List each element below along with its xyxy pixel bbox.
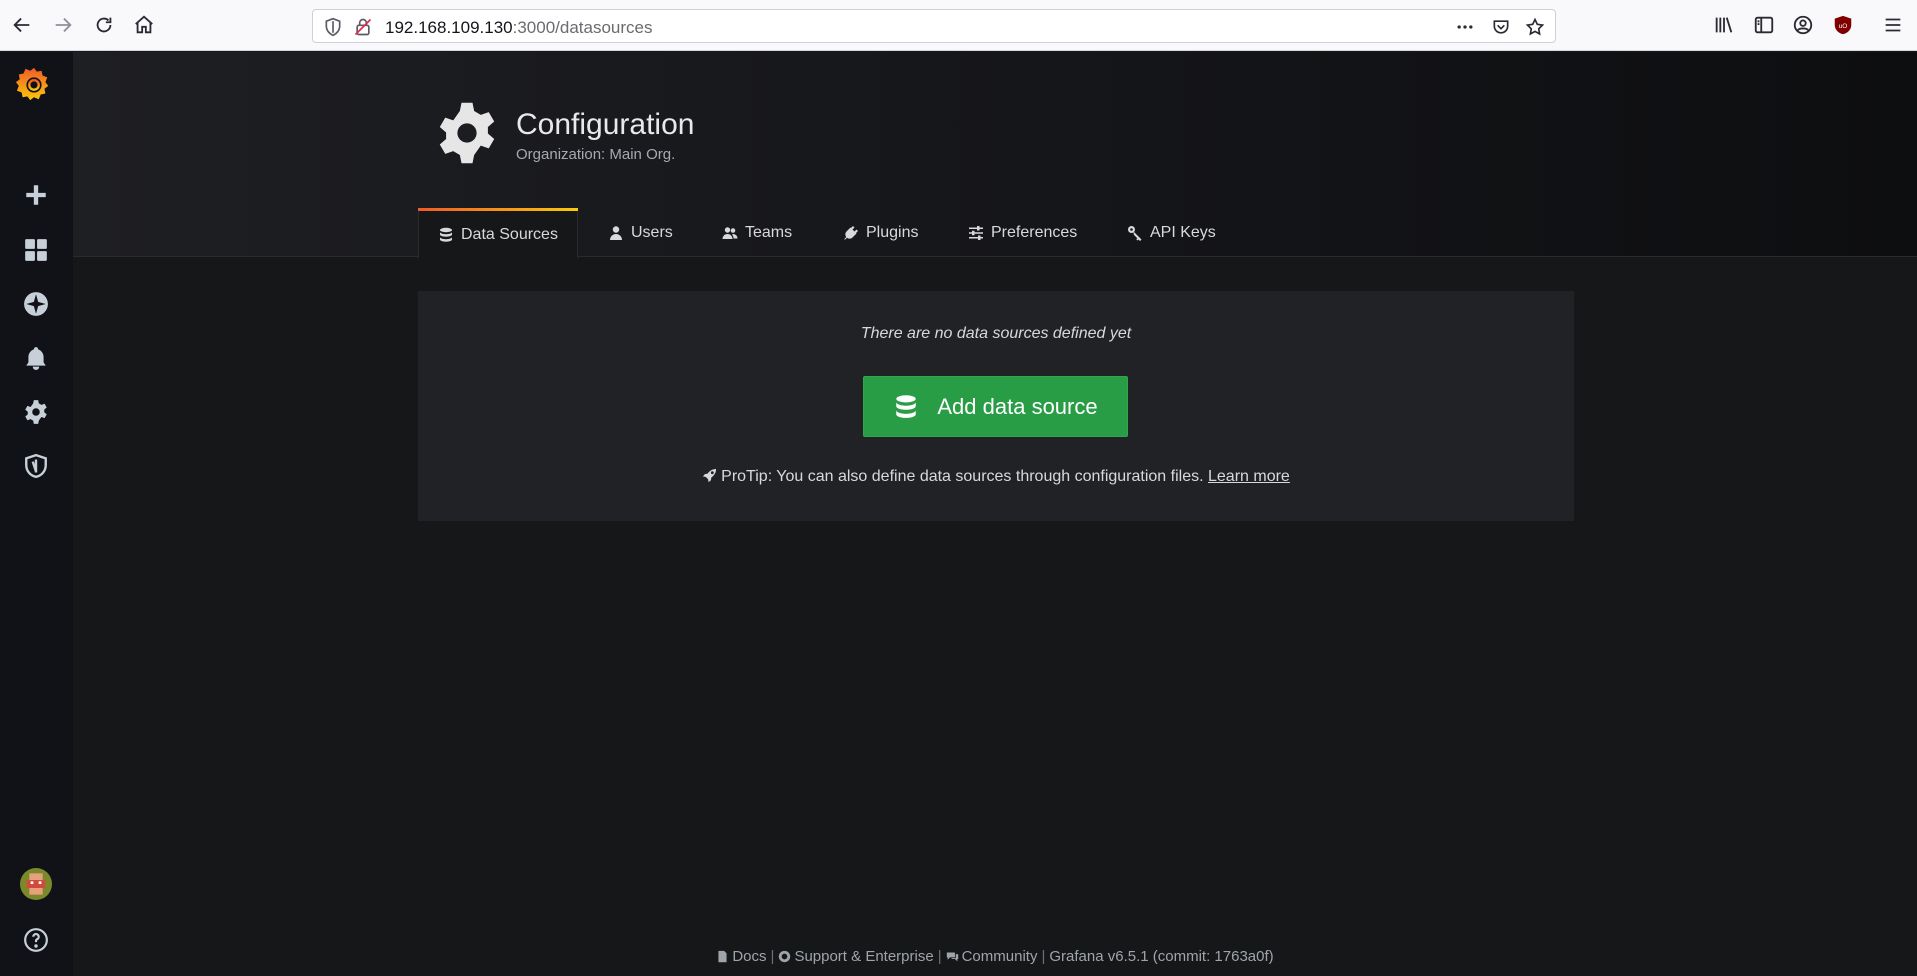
explore-compass-icon[interactable]	[18, 286, 54, 322]
tab-preferences[interactable]: Preferences	[968, 208, 1077, 258]
protip: ProTip: You can also define data sources…	[418, 468, 1574, 486]
tab-label: Teams	[745, 224, 793, 241]
url-text[interactable]: 192.168.109.130:3000/datasources	[385, 18, 653, 38]
user-icon	[610, 226, 622, 240]
reload-icon[interactable]	[90, 11, 118, 39]
version-info: Grafana v6.5.1 (commit: 1763a0f)	[1049, 948, 1274, 965]
server-admin-shield-icon[interactable]	[18, 448, 54, 484]
empty-list-panel: There are no data sources defined yet Ad…	[418, 291, 1574, 521]
pocket-icon[interactable]	[1491, 17, 1511, 37]
grafana-logo-icon[interactable]	[14, 64, 54, 104]
svg-text:uO: uO	[1839, 23, 1848, 30]
docs-link[interactable]: Docs	[716, 948, 767, 965]
shield-icon[interactable]	[323, 17, 343, 37]
rocket-icon	[703, 468, 717, 483]
add-data-source-label: Add data source	[937, 393, 1098, 419]
protip-text: ProTip: You can also define data sources…	[721, 468, 1204, 485]
database-icon	[896, 394, 917, 418]
add-data-source-button[interactable]: Add data source	[863, 376, 1128, 437]
avatar[interactable]	[18, 866, 54, 902]
dashboards-icon[interactable]	[18, 232, 54, 268]
tab-api-keys[interactable]: API Keys	[1127, 208, 1216, 258]
tab-users[interactable]: Users	[608, 208, 673, 258]
insecure-lock-icon[interactable]	[353, 17, 373, 37]
forward-icon[interactable]	[49, 11, 77, 39]
comments-icon	[946, 952, 958, 962]
side-menu	[0, 52, 73, 976]
key-icon	[1128, 226, 1142, 241]
more-icon[interactable]	[1455, 17, 1475, 37]
users-icon	[722, 227, 738, 239]
bookmark-star-icon[interactable]	[1525, 17, 1545, 37]
account-icon[interactable]	[1789, 11, 1817, 39]
page-subtitle: Organization: Main Org.	[516, 146, 676, 163]
menu-icon[interactable]	[1879, 11, 1907, 39]
ublock-icon[interactable]: uO	[1829, 11, 1857, 39]
browser-toolbar: 192.168.109.130:3000/datasources uO	[0, 0, 1917, 51]
database-icon	[440, 227, 452, 242]
empty-state-message: There are no data sources defined yet	[860, 325, 1132, 342]
plug-icon	[844, 226, 858, 240]
tab-label: Data Sources	[461, 225, 558, 243]
url-bar[interactable]: 192.168.109.130:3000/datasources	[312, 9, 1556, 43]
help-icon[interactable]	[18, 922, 54, 958]
configuration-gear-icon	[434, 100, 500, 166]
library-icon[interactable]	[1710, 11, 1738, 39]
support-label: Support & Enterprise	[794, 948, 934, 965]
support-link[interactable]: Support & Enterprise	[778, 948, 934, 965]
home-icon[interactable]	[130, 11, 158, 39]
tab-data-sources[interactable]: Data Sources	[418, 208, 578, 258]
page-title: Configuration	[516, 108, 695, 141]
tab-label: API Keys	[1150, 224, 1216, 241]
sidebar-icon[interactable]	[1750, 11, 1778, 39]
alerting-bell-icon[interactable]	[18, 340, 54, 376]
lifebuoy-icon	[779, 950, 791, 963]
tab-label: Users	[631, 224, 673, 241]
learn-more-link[interactable]: Learn more	[1208, 468, 1290, 485]
community-label: Community	[961, 948, 1038, 965]
tab-plugins[interactable]: Plugins	[843, 208, 918, 258]
sliders-icon	[969, 226, 983, 240]
create-plus-icon[interactable]	[18, 177, 54, 213]
tab-label: Preferences	[991, 224, 1078, 241]
footer: Docs | Support & Enterprise | Community | Graf…	[73, 948, 1917, 965]
docs-label: Docs	[732, 948, 767, 965]
community-link[interactable]: Community	[946, 948, 1038, 965]
configuration-gear-icon[interactable]	[18, 394, 54, 430]
file-icon	[718, 950, 727, 963]
back-icon[interactable]	[8, 11, 36, 39]
tab-label: Plugins	[866, 224, 919, 241]
tab-teams[interactable]: Teams	[722, 208, 792, 258]
